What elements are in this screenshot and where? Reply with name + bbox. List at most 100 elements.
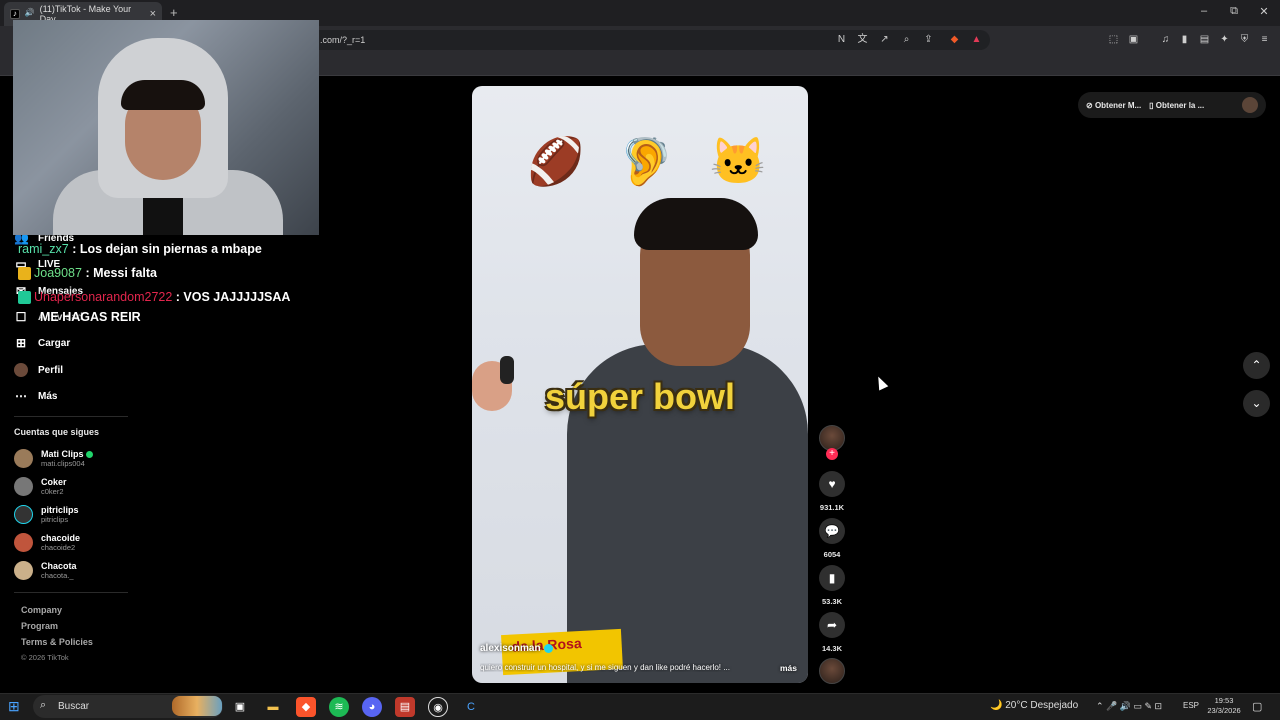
video-player[interactable]: 🏈 🦻 🐱 súper bowl de la Rosa alexisonman … [472, 86, 808, 683]
online-indicator [85, 451, 93, 459]
video-description: quiero construir un hospital, y si me si… [480, 663, 730, 672]
vpn-icon[interactable]: ⛨ [1238, 33, 1251, 46]
comment-icon: 💬 [824, 524, 840, 538]
app-c-icon[interactable]: C [461, 697, 481, 717]
get-desktop-label: Obtener la ... [1155, 100, 1205, 110]
close-window-button[interactable]: ✕ [1254, 5, 1274, 18]
weather-widget[interactable]: 🌙 20°C Despejado [990, 700, 1078, 711]
video-emojis: 🏈 🦻 🐱 [527, 134, 767, 189]
new-tab-button[interactable]: + [170, 5, 178, 20]
screenshot-icon[interactable]: ▣ [1127, 33, 1140, 46]
chat-text: : Messi falta [85, 266, 158, 280]
chat-username: rami_zx7 [18, 242, 69, 256]
chat-message: Joa9087 : Messi falta [18, 266, 158, 281]
comment-count: 6054 [823, 550, 841, 559]
voice-app-icon[interactable]: ▤ [395, 697, 415, 717]
brave-shield-icon[interactable]: ◆ [948, 33, 961, 46]
footer-link-terms[interactable]: Terms & Policies [21, 637, 93, 647]
clock-date: 23/3/2026 [1207, 706, 1241, 715]
chat-text: : VOS JAJJJJJSAA [175, 290, 291, 304]
sidebar-item-label: Cargar [38, 337, 71, 349]
minimize-button[interactable]: – [1194, 5, 1214, 17]
spotify-icon[interactable]: ≋ [329, 697, 349, 717]
avatar [14, 561, 33, 580]
menu-icon[interactable]: ≡ [1258, 33, 1271, 46]
like-button[interactable]: ♥ [819, 471, 845, 497]
mouse-cursor [873, 374, 889, 391]
sidebar-icon[interactable]: ▮ [1178, 33, 1191, 46]
media-icon[interactable]: ♫ [1159, 33, 1172, 46]
leo-ai-icon[interactable]: ✦ [1218, 33, 1231, 46]
followed-account[interactable]: chacoide chacoide2 [14, 533, 80, 552]
previous-video-button[interactable]: ⌃ [1243, 352, 1270, 379]
restore-button[interactable]: ⧉ [1224, 5, 1244, 18]
obs-icon[interactable]: ◉ [428, 697, 448, 717]
notification-icon[interactable]: ▢ [1252, 700, 1262, 713]
profile-icon [14, 363, 28, 377]
search-placeholder: Buscar [58, 701, 90, 712]
more-icon: ⋯ [15, 389, 27, 403]
windows-start-icon[interactable]: ⊞ [8, 698, 20, 715]
chat-badge-icon [18, 267, 31, 281]
account-name: Coker [41, 477, 67, 487]
file-explorer-icon[interactable]: ▬ [263, 697, 283, 717]
sound-disc[interactable] [819, 658, 845, 684]
followed-account[interactable]: Chacota chacota._ [14, 561, 77, 580]
search-highlight-image[interactable] [172, 696, 222, 716]
speaker-icon[interactable]: 🔊 [25, 9, 35, 19]
upload-icon: ⊞ [15, 336, 27, 350]
get-desktop-button[interactable]: ▯ Obtener la ... [1149, 101, 1204, 110]
account-handle: c0ker2 [41, 487, 64, 496]
clock[interactable]: 19:53 23/3/2026 [1204, 696, 1244, 716]
webcam-overlay [13, 20, 319, 235]
followed-account[interactable]: pitriclips pitriclips [14, 505, 79, 524]
avatar[interactable] [1242, 97, 1258, 113]
discord-icon[interactable]: ◕ [362, 697, 382, 717]
chat-message: rami_zx7 : Los dejan sin piernas a mbape [18, 242, 262, 256]
comment-button[interactable]: 💬 [819, 518, 845, 544]
zoom-icon[interactable]: ⌕ [900, 33, 913, 46]
brave-browser-icon[interactable]: ◆ [296, 697, 316, 717]
follow-plus-icon[interactable]: + [826, 448, 838, 460]
account-handle: chacoide2 [41, 543, 76, 552]
next-video-button[interactable]: ⌄ [1243, 390, 1270, 417]
brave-rewards-icon[interactable]: ▲ [970, 33, 983, 46]
copyright: © 2026 TikTok [21, 653, 69, 662]
system-tray[interactable]: ⌃ 🎤 🔊 ▭ ✎ ⊡ [1096, 701, 1162, 712]
share-button[interactable]: ➦ [819, 612, 845, 638]
get-app-button[interactable]: ⊘ Obtener M... [1086, 101, 1141, 110]
save-button[interactable]: ▮ [819, 565, 845, 591]
reader-icon[interactable]: N [835, 33, 848, 46]
extensions-icon[interactable]: ⬚ [1107, 33, 1120, 46]
sidebar-item-upload[interactable]: ⊞ Cargar [14, 336, 70, 350]
followed-account[interactable]: Coker c0ker2 [14, 477, 67, 496]
tab-close-icon[interactable]: × [150, 8, 156, 20]
video-author[interactable]: alexisonman [480, 643, 553, 654]
sidebar-item-more[interactable]: ⋯ Más [14, 389, 57, 403]
account-name: chacoide [41, 533, 81, 543]
open-external-icon[interactable]: ↗ [878, 33, 891, 46]
language-indicator[interactable]: ESP [1183, 701, 1199, 710]
footer-link-company[interactable]: Company [21, 605, 62, 615]
chat-message: ME HAGAS REIR [40, 310, 141, 324]
chevron-down-icon: ⌄ [1251, 396, 1262, 410]
share-icon[interactable]: ⇪ [922, 33, 935, 46]
following-heading: Cuentas que sigues [14, 427, 100, 437]
account-handle: mati.clips004 [41, 459, 85, 468]
account-name: pitriclips [41, 505, 79, 515]
followed-account[interactable]: Mati Clips mati.clips004 [14, 449, 93, 468]
account-handle: pitriclips [41, 515, 69, 524]
weather-temp: 20°C [1005, 700, 1028, 711]
translate-icon[interactable]: 文 [856, 33, 869, 46]
wallet-icon[interactable]: ▤ [1198, 33, 1211, 46]
task-view-icon[interactable]: ▣ [230, 697, 250, 717]
like-count: 931.1K [819, 503, 845, 512]
search-icon: ⌕ [40, 699, 47, 711]
more-link[interactable]: más [780, 663, 797, 673]
bookmark-icon: ▮ [828, 571, 836, 585]
football-icon: 🏈 [527, 135, 585, 187]
avatar [14, 533, 33, 552]
video-author-name: alexisonman [480, 643, 541, 654]
sidebar-item-profile[interactable]: Perfil [14, 363, 63, 377]
footer-link-program[interactable]: Program [21, 621, 58, 631]
